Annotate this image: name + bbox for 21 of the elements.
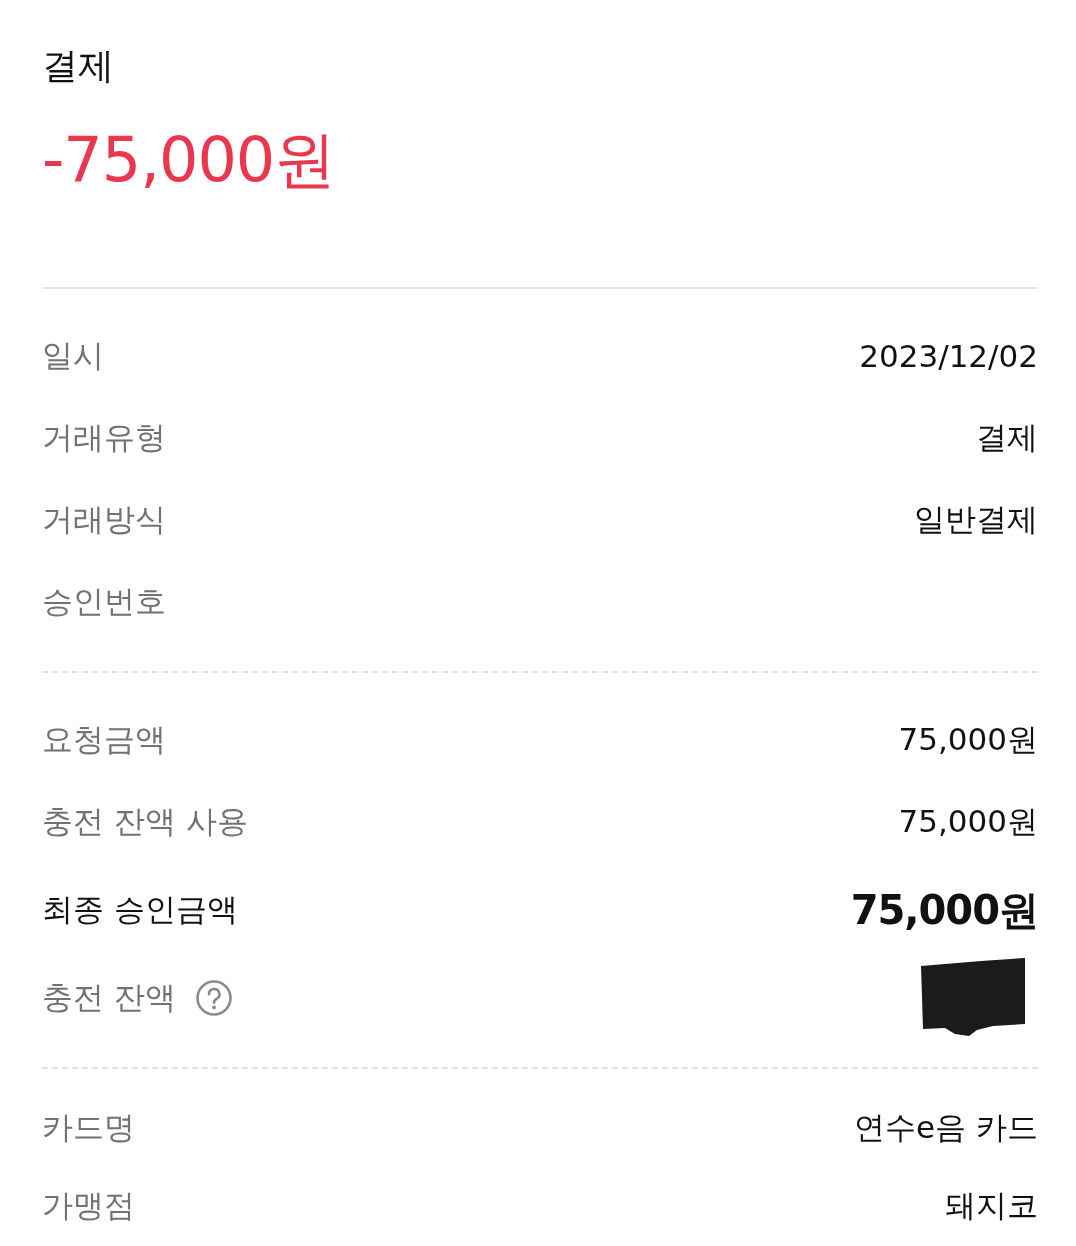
row-label: 카드명 xyxy=(42,1108,135,1147)
row-label: 거래방식 xyxy=(42,500,166,539)
row-value: 75,000원 xyxy=(898,720,1038,759)
page-title: 결제 xyxy=(42,44,115,87)
payment-amount: -75,000원 xyxy=(42,123,337,197)
row-value: 돼지코 xyxy=(945,1186,1038,1225)
row-value: 75,000원 xyxy=(898,802,1038,841)
row-value: 연수e음 카드 xyxy=(854,1108,1038,1147)
row-value: 일반결제 xyxy=(914,500,1038,539)
row-value: 75,000원 xyxy=(850,885,1038,935)
row-label: 충전 잔액 사용 xyxy=(42,802,248,841)
help-icon[interactable] xyxy=(195,980,232,1016)
row-label: 거래유형 xyxy=(42,418,166,457)
row-value: 결제 xyxy=(976,418,1038,457)
row-label: 최종 승인금액 xyxy=(42,890,238,929)
row-label: 승인번호 xyxy=(42,582,166,621)
row-label: 일시 xyxy=(42,336,104,375)
row-label: 요청금액 xyxy=(42,720,166,759)
row-label: 충전 잔액 xyxy=(42,978,176,1017)
row-value: 2023/12/02 xyxy=(859,338,1038,374)
row-label: 가맹점 xyxy=(42,1186,135,1225)
